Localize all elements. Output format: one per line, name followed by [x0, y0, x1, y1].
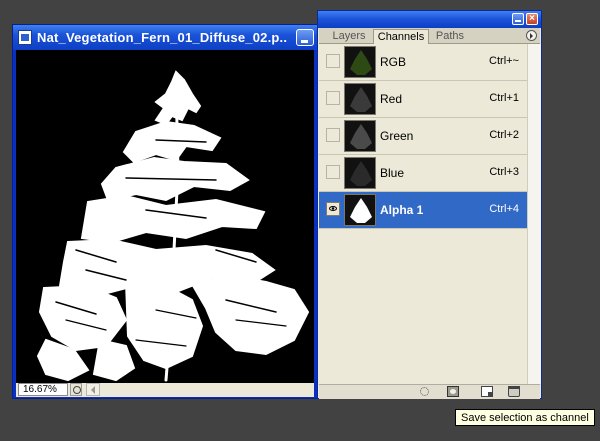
channels-palette[interactable]: × Layers Channels Paths RGB Ctrl+~ Red C…: [317, 10, 542, 399]
channel-row-red[interactable]: Red Ctrl+1: [319, 81, 527, 118]
channel-shortcut: Ctrl+2: [489, 129, 519, 141]
palette-close-icon[interactable]: ×: [526, 13, 538, 25]
document-title-bar[interactable]: Nat_Vegetation_Fern_01_Diffuse_02.p...: [13, 25, 317, 50]
palette-scrollbar[interactable]: [527, 44, 541, 384]
channel-list: RGB Ctrl+~ Red Ctrl+1 Green Ctrl+2 Blue: [319, 44, 527, 229]
minimize-icon[interactable]: [296, 29, 314, 46]
palette-tab-bar: Layers Channels Paths: [319, 28, 540, 44]
scroll-left-arrow-icon[interactable]: [86, 383, 100, 396]
tab-paths[interactable]: Paths: [433, 29, 467, 43]
tab-channels[interactable]: Channels: [373, 29, 429, 44]
channel-name: RGB: [380, 55, 407, 69]
save-selection-as-channel-icon[interactable]: [447, 386, 459, 397]
visibility-toggle[interactable]: [326, 128, 340, 142]
channel-thumbnail: [344, 46, 376, 78]
document-window[interactable]: Nat_Vegetation_Fern_01_Diffuse_02.p... 1…: [12, 24, 318, 399]
visibility-toggle[interactable]: [326, 165, 340, 179]
document-status-bar: 16.67%: [16, 383, 314, 397]
fern-alpha-image: [36, 70, 310, 382]
channel-shortcut: Ctrl+~: [489, 55, 519, 67]
channel-shortcut: Ctrl+4: [489, 203, 519, 215]
tab-layers[interactable]: Layers: [329, 29, 369, 43]
channel-row-alpha-1[interactable]: Alpha 1 Ctrl+4: [319, 192, 527, 229]
delete-channel-icon[interactable]: [508, 386, 520, 397]
channel-shortcut: Ctrl+1: [489, 92, 519, 104]
document-canvas[interactable]: [16, 50, 314, 383]
channel-name: Red: [380, 92, 403, 106]
channel-thumbnail: [344, 157, 376, 189]
new-channel-icon[interactable]: [481, 386, 493, 397]
eye-icon[interactable]: [326, 202, 340, 216]
channel-thumbnail: [344, 194, 376, 226]
palette-title-bar[interactable]: ×: [318, 11, 541, 28]
channel-name: Green: [380, 129, 414, 143]
photoshop-document-icon: [18, 30, 32, 45]
palette-minimize-icon[interactable]: [512, 13, 524, 25]
channel-row-green[interactable]: Green Ctrl+2: [319, 118, 527, 155]
visibility-toggle[interactable]: [326, 54, 340, 68]
status-menu-icon[interactable]: [70, 383, 82, 396]
zoom-level-field[interactable]: 16.67%: [18, 383, 68, 396]
channel-row-blue[interactable]: Blue Ctrl+3: [319, 155, 527, 192]
channel-thumbnail: [344, 83, 376, 115]
load-channel-as-selection-icon[interactable]: [420, 387, 429, 396]
channel-shortcut: Ctrl+3: [489, 166, 519, 178]
channel-name: Alpha 1: [380, 203, 424, 217]
channel-name: Blue: [380, 166, 405, 180]
tooltip: Save selection as channel: [455, 409, 595, 426]
channel-row-rgb[interactable]: RGB Ctrl+~: [319, 44, 527, 81]
palette-menu-icon[interactable]: [526, 30, 537, 41]
visibility-toggle[interactable]: [326, 91, 340, 105]
document-title: Nat_Vegetation_Fern_01_Diffuse_02.p...: [37, 30, 287, 45]
channel-thumbnail: [344, 120, 376, 152]
palette-bottom-toolbar: [319, 384, 540, 399]
